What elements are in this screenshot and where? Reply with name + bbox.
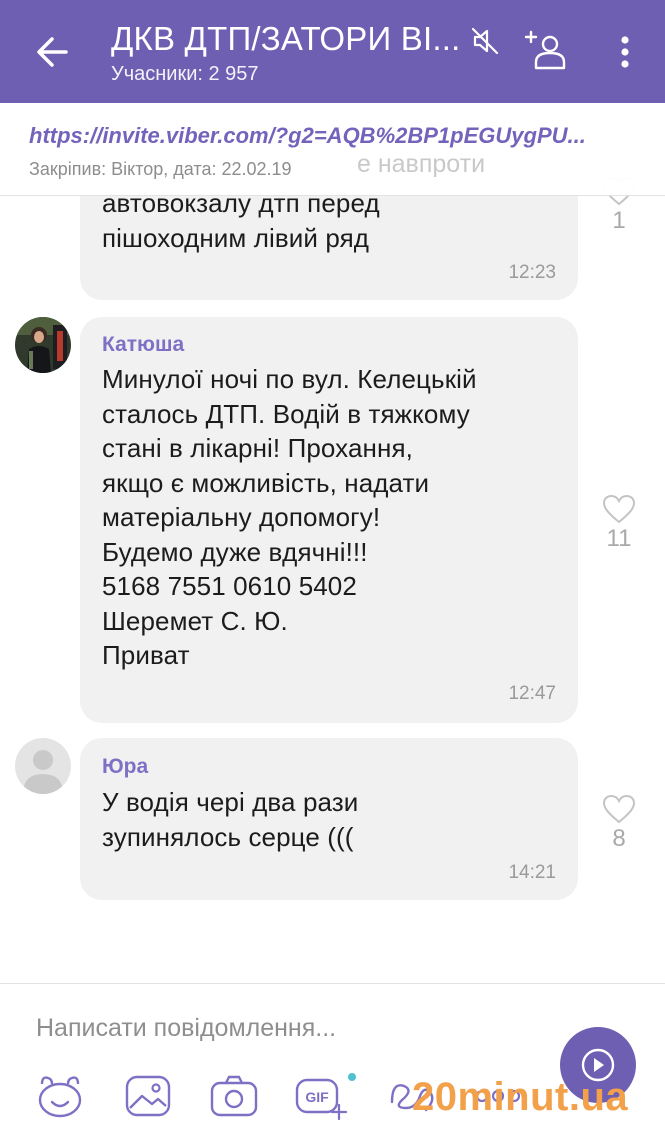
more-options-button[interactable] — [610, 32, 640, 72]
avatar[interactable] — [15, 738, 71, 794]
back-arrow-icon — [37, 37, 68, 67]
add-participant-icon — [524, 30, 566, 70]
chat-title[interactable]: ДКВ ДТП/ЗАТОРИ ВІ... — [111, 20, 460, 58]
heart-icon — [602, 494, 636, 524]
participants-count[interactable]: Учасники: 2 957 — [111, 63, 259, 86]
pinned-message-banner[interactable]: е навпроти https://invite.viber.com/?g2=… — [0, 103, 665, 196]
like-count: 11 — [606, 525, 632, 552]
mute-icon — [471, 27, 499, 55]
like-count: 1 — [612, 207, 626, 234]
svg-text:GIF: GIF — [305, 1089, 329, 1105]
message-time: 12:47 — [508, 683, 556, 704]
gallery-button[interactable] — [122, 1072, 174, 1120]
message-time: 14:21 — [508, 862, 556, 883]
avatar[interactable] — [15, 317, 71, 373]
pinned-link[interactable]: https://invite.viber.com/?g2=AQB%2BP1pEG… — [29, 123, 586, 149]
gif-icon: GIF — [295, 1073, 356, 1121]
ghost-text: е навпроти — [357, 150, 486, 178]
sticker-button[interactable] — [34, 1072, 86, 1120]
message-bubble[interactable]: Юра У водія чері два рази зупинялось сер… — [80, 738, 578, 900]
message-input[interactable]: Написати повідомлення... — [36, 1014, 336, 1043]
image-icon — [125, 1075, 171, 1117]
back-button[interactable] — [30, 28, 74, 76]
message-text: Минулої ночі по вул. Келецькій сталось Д… — [102, 364, 477, 670]
sticker-icon — [38, 1076, 82, 1118]
message-time: 12:23 — [508, 262, 556, 283]
heart-icon — [602, 794, 636, 824]
sender-name[interactable]: Катюша — [102, 333, 184, 357]
mute-button[interactable] — [470, 26, 500, 56]
like-button[interactable]: 8 — [599, 794, 639, 853]
message-bubble[interactable]: Катюша Минулої ночі по вул. Келецькій ст… — [80, 317, 578, 723]
camera-icon — [210, 1075, 258, 1117]
like-button[interactable]: 11 — [599, 494, 639, 553]
more-vert-icon — [621, 36, 629, 68]
message-text: автовокзалу дтп перед пішоходним лівий р… — [102, 188, 380, 253]
chat-header: ДКВ ДТП/ЗАТОРИ ВІ... Учасники: 2 957 — [0, 0, 665, 103]
camera-button[interactable] — [208, 1072, 260, 1120]
like-count: 8 — [612, 825, 626, 852]
watermark: 20minut.ua — [412, 1075, 629, 1119]
pinned-meta: Закріпив: Віктор, дата: 22.02.19 — [29, 159, 292, 179]
message-text: У водія чері два рази зупинялось серце (… — [102, 787, 359, 852]
sender-name[interactable]: Юра — [102, 755, 148, 779]
gif-button[interactable]: GIF — [294, 1072, 356, 1121]
add-participant-button[interactable] — [522, 28, 570, 72]
